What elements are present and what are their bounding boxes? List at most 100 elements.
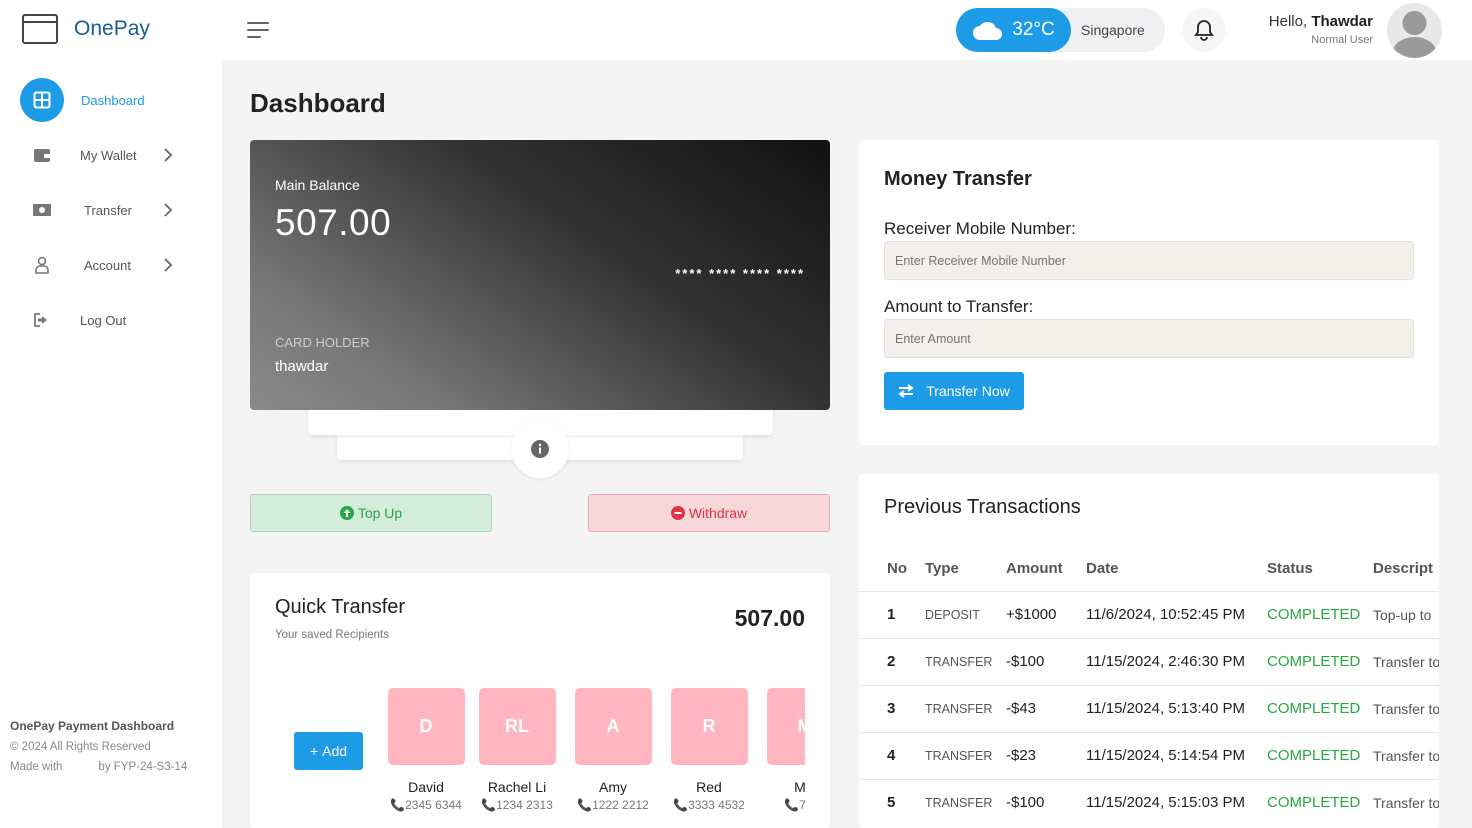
recipient-item[interactable]: A Amy 📞1222 2212 — [565, 688, 661, 812]
footer-brand: OnePay Payment Dashboard — [10, 719, 175, 733]
user-avatar-icon — [1392, 11, 1437, 58]
chevron-right-icon — [164, 258, 173, 272]
recipient-name: Amy — [599, 779, 627, 795]
table-row: 1 DEPOSIT +$1000 11/6/2024, 10:52:45 PM … — [859, 590, 1439, 638]
sidebar-footer: OnePay Payment Dashboard © 2024 All Righ… — [10, 719, 187, 781]
tx-type: DEPOSIT — [915, 590, 996, 638]
table-row: 3 TRANSFER -$43 11/15/2024, 5:13:40 PM C… — [859, 684, 1439, 732]
recipient-phone: 📞1234 2313 — [469, 798, 565, 812]
made-by-text: by FYP-24-S3-14 — [98, 761, 188, 773]
sidebar-item-label: Account — [84, 257, 131, 273]
tx-status: COMPLETED — [1257, 590, 1363, 638]
recipient-initials: RL — [478, 688, 556, 765]
sidebar-item-label: Dashboard — [81, 92, 145, 108]
column-header: Status — [1267, 559, 1313, 577]
receiver-mobile-input[interactable] — [884, 241, 1414, 280]
notification-button[interactable] — [1182, 8, 1226, 52]
sidebar-item-transfer[interactable]: Transfer — [20, 188, 210, 232]
arrow-up-circle-icon — [339, 506, 354, 520]
card-holder-label: CARD HOLDER — [275, 335, 370, 350]
sidebar-item-log-out[interactable]: Log Out — [20, 298, 210, 342]
money-transfer-card: Money Transfer Receiver Mobile Number: A… — [859, 140, 1439, 445]
transactions-card: Previous Transactions No Type Amount Dat… — [859, 474, 1439, 828]
tx-amount: -$100 — [996, 778, 1076, 826]
tx-description: Transfer to — [1363, 637, 1439, 685]
recipient-initials: D — [387, 688, 465, 765]
wallet-icon — [20, 133, 64, 177]
logout-icon — [20, 298, 64, 342]
phone-icon: 📞 — [673, 798, 689, 812]
top-up-label: Top Up — [357, 505, 403, 521]
phone-icon: 📞 — [784, 798, 800, 812]
tx-type: TRANSFER — [915, 731, 996, 779]
amount-label: Amount to Transfer: — [884, 297, 1034, 316]
recipient-item[interactable]: D David 📞2345 6344 — [378, 688, 474, 812]
recipient-name: David — [408, 779, 444, 795]
recipient-phone-number: 1234 2313 — [496, 798, 553, 812]
recipient-item[interactable]: M Mic 📞7971 — [757, 688, 805, 812]
tx-date: 11/15/2024, 2:46:30 PM — [1076, 637, 1257, 685]
transfer-now-label: Transfer Now — [926, 383, 1010, 399]
sidebar-item-label: Transfer — [84, 202, 132, 218]
chevron-right-icon — [164, 203, 173, 217]
user-name: Thawdar — [1311, 13, 1373, 30]
top-up-button[interactable]: Top Up — [250, 494, 492, 532]
tx-no: 5 — [859, 778, 915, 826]
made-with-text: Made with — [10, 761, 63, 773]
recipient-item[interactable]: R Red 📞3333 4532 — [661, 688, 757, 812]
recipient-phone: 📞2345 6344 — [378, 798, 474, 812]
withdraw-button[interactable]: Withdraw — [588, 494, 830, 532]
tx-status: COMPLETED — [1257, 778, 1363, 826]
recipient-initials: R — [670, 688, 748, 765]
amount-input[interactable] — [884, 319, 1414, 358]
table-row: 4 TRANSFER -$23 11/15/2024, 5:14:54 PM C… — [859, 731, 1439, 779]
tx-type: TRANSFER — [915, 684, 996, 732]
card-info-button[interactable] — [511, 420, 569, 478]
tx-description: Transfer to — [1363, 731, 1439, 779]
quick-transfer-balance: 507.00 — [734, 605, 805, 631]
sidebar-item-my-wallet[interactable]: My Wallet — [20, 133, 210, 177]
greeting-hello: Hello, — [1268, 13, 1308, 30]
menu-toggle-icon[interactable] — [247, 22, 269, 43]
sidebar-item-label: My Wallet — [80, 147, 137, 163]
page-title: Dashboard — [250, 88, 386, 118]
add-recipient-button[interactable]: + Add — [294, 732, 363, 770]
column-header: Date — [1086, 559, 1119, 577]
avatar[interactable] — [1387, 3, 1442, 58]
recipient-name: Mic — [794, 779, 805, 795]
tx-amount: -$100 — [996, 637, 1076, 685]
sidebar-item-dashboard[interactable]: Dashboard — [20, 78, 210, 122]
info-icon — [531, 440, 549, 458]
recipient-item[interactable]: RL Rachel Li 📞1234 2313 — [469, 688, 565, 812]
card-holder-name: thawdar — [275, 358, 329, 375]
top-header: 32°C Singapore Hello, Thawdar Normal Use… — [222, 0, 1472, 60]
weather-widget: 32°C Singapore — [956, 8, 1165, 52]
cash-icon — [20, 188, 64, 232]
tx-description: Top-up to — [1363, 590, 1439, 638]
phone-icon: 📞 — [390, 798, 406, 812]
table-row: 2 TRANSFER -$100 11/15/2024, 2:46:30 PM … — [859, 637, 1439, 685]
transfer-now-button[interactable]: Transfer Now — [884, 372, 1024, 410]
receiver-label: Receiver Mobile Number: — [884, 219, 1076, 238]
quick-transfer-card: Quick Transfer Your saved Recipients 507… — [250, 573, 830, 828]
wallet-logo-icon — [22, 14, 58, 44]
quick-transfer-title: Quick Transfer — [275, 596, 406, 618]
sidebar-item-account[interactable]: Account — [20, 243, 210, 287]
chevron-right-icon — [164, 148, 173, 162]
balance-amount: 507.00 — [275, 202, 392, 243]
user-icon — [20, 243, 64, 287]
card-number: **** **** **** **** — [675, 266, 805, 281]
recipient-phone: 📞7971 — [757, 798, 805, 812]
phone-icon: 📞 — [481, 798, 497, 812]
recipient-phone-number: 7971 — [799, 798, 805, 812]
app-logo[interactable]: OnePay — [22, 14, 150, 44]
plus-icon: + — [309, 743, 319, 759]
recipient-list: D David 📞2345 6344 RL Rachel Li 📞1234 23… — [378, 688, 805, 828]
add-label: Add — [322, 743, 348, 759]
recipient-name: Rachel Li — [487, 779, 547, 795]
tx-amount: -$43 — [996, 684, 1076, 732]
footer-made-with: Made with by FYP-24-S3-14 — [10, 761, 187, 773]
tx-date: 11/15/2024, 5:13:40 PM — [1076, 684, 1257, 732]
tx-date: 11/15/2024, 5:14:54 PM — [1076, 731, 1257, 779]
tx-status: COMPLETED — [1257, 731, 1363, 779]
